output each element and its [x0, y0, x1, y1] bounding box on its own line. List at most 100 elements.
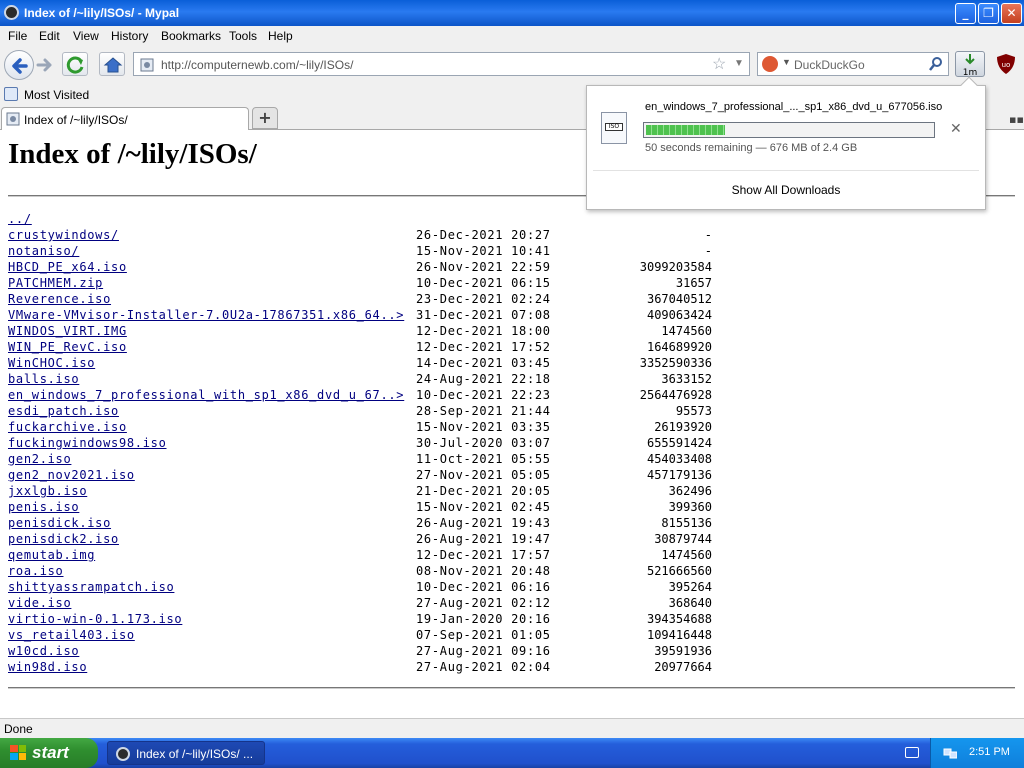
- file-link[interactable]: fuckingwindows98.iso: [8, 436, 167, 450]
- download-filename[interactable]: en_windows_7_professional_..._sp1_x86_dv…: [645, 101, 942, 113]
- file-link[interactable]: fuckarchive.iso: [8, 420, 127, 434]
- menu-file[interactable]: File: [8, 29, 27, 43]
- file-link[interactable]: qemutab.img: [8, 548, 95, 562]
- file-link[interactable]: crustywindows/: [8, 228, 119, 242]
- close-button[interactable]: ✕: [1001, 3, 1022, 24]
- downloads-panel: ISO en_windows_7_professional_..._sp1_x8…: [586, 76, 986, 210]
- tab-groups-icon[interactable]: ▪▪: [1009, 113, 1024, 126]
- file-link[interactable]: en_windows_7_professional_with_sp1_x86_d…: [8, 388, 404, 402]
- menu-view[interactable]: View: [73, 29, 99, 43]
- file-size: 457179136: [646, 468, 712, 482]
- listing-row: Reverence.iso 23-Dec-2021 02:24 367040512: [8, 292, 718, 308]
- file-link[interactable]: balls.iso: [8, 372, 79, 386]
- system-tray: 2:51 PM: [930, 738, 1024, 768]
- url-text[interactable]: http://computernewb.com/~lily/ISOs/: [161, 58, 353, 72]
- search-engine-dropdown-icon[interactable]: ▼: [782, 57, 791, 67]
- file-size: 368640: [668, 596, 712, 610]
- file-link[interactable]: PATCHMEM.zip: [8, 276, 103, 290]
- bookmark-star-icon[interactable]: ☆: [712, 54, 726, 74]
- menu-tools[interactable]: Tools: [229, 29, 257, 43]
- restore-button[interactable]: ❐: [978, 3, 999, 24]
- file-link[interactable]: w10cd.iso: [8, 644, 79, 658]
- file-link[interactable]: vide.iso: [8, 596, 71, 610]
- start-label: start: [32, 743, 69, 762]
- file-link[interactable]: Reverence.iso: [8, 292, 111, 306]
- listing-row: ../: [8, 212, 718, 228]
- new-tab-button[interactable]: +: [252, 107, 278, 129]
- clock[interactable]: 2:51 PM: [969, 746, 1010, 758]
- menu-help[interactable]: Help: [268, 29, 293, 43]
- search-box[interactable]: ▼ DuckDuckGo: [757, 52, 949, 76]
- file-link[interactable]: VMware-VMvisor-Installer-7.0U2a-17867351…: [8, 308, 404, 322]
- search-icon[interactable]: [928, 56, 944, 72]
- ublock-button[interactable]: uo: [993, 52, 1019, 76]
- downloads-button[interactable]: 1m: [955, 51, 985, 78]
- download-arrow-icon: [965, 54, 975, 65]
- file-size: 39591936: [654, 644, 712, 658]
- file-link[interactable]: WINDOS_VIRT.IMG: [8, 324, 127, 338]
- file-size: 1474560: [661, 548, 712, 562]
- network-icon[interactable]: [943, 746, 957, 759]
- duckduckgo-icon: [762, 56, 778, 72]
- tab-index-of-isos[interactable]: Index of /~lily/ISOs/: [1, 107, 249, 130]
- file-link[interactable]: virtio-win-0.1.173.iso: [8, 612, 182, 626]
- menu-history[interactable]: History: [111, 29, 148, 43]
- file-date: 08-Nov-2021 20:48: [416, 564, 551, 578]
- file-link[interactable]: WIN_PE_RevC.iso: [8, 340, 127, 354]
- file-size: 30879744: [654, 532, 712, 546]
- listing-row: vs_retail403.iso 07-Sep-2021 01:05 1094164…: [8, 628, 718, 644]
- listing-row: roa.iso 08-Nov-2021 20:48 521666560: [8, 564, 718, 580]
- file-link[interactable]: HBCD_PE_x64.iso: [8, 260, 127, 274]
- home-button[interactable]: [99, 52, 125, 76]
- file-date: 30-Jul-2020 03:07: [416, 436, 551, 450]
- file-link[interactable]: shittyassrampatch.iso: [8, 580, 174, 594]
- file-size: 655591424: [646, 436, 712, 450]
- file-link[interactable]: roa.iso: [8, 564, 63, 578]
- reload-button[interactable]: [62, 52, 88, 76]
- page-icon: [6, 112, 20, 126]
- listing-row: gen2.iso 11-Oct-2021 05:55 454033408: [8, 452, 718, 468]
- file-size: 26193920: [654, 420, 712, 434]
- forward-button[interactable]: [35, 55, 55, 75]
- file-date: 11-Oct-2021 05:55: [416, 452, 551, 466]
- listing-row: balls.iso 24-Aug-2021 22:18 3633152: [8, 372, 718, 388]
- cancel-download-icon[interactable]: ✕: [950, 121, 962, 137]
- back-button[interactable]: [4, 50, 34, 80]
- file-link[interactable]: penis.iso: [8, 500, 79, 514]
- url-history-dropdown-icon[interactable]: ▼: [734, 58, 744, 69]
- file-link[interactable]: WinCHOC.iso: [8, 356, 95, 370]
- file-link[interactable]: gen2_nov2021.iso: [8, 468, 135, 482]
- file-link[interactable]: gen2.iso: [8, 452, 71, 466]
- file-link[interactable]: jxxlgb.iso: [8, 484, 87, 498]
- file-date: 14-Dec-2021 03:45: [416, 356, 551, 370]
- file-size: 521666560: [646, 564, 712, 578]
- file-link[interactable]: penisdick2.iso: [8, 532, 119, 546]
- file-link[interactable]: notaniso/: [8, 244, 79, 258]
- menu-edit[interactable]: Edit: [39, 29, 60, 43]
- title-bar[interactable]: Index of /~lily/ISOs/ - Mypal _ ❐ ✕: [0, 0, 1024, 26]
- start-button[interactable]: start: [0, 738, 98, 768]
- file-size: 31657: [675, 276, 712, 290]
- listing-row: win98d.iso 27-Aug-2021 02:04 20977664: [8, 660, 718, 676]
- show-all-downloads-button[interactable]: Show All Downloads: [587, 183, 985, 197]
- file-link[interactable]: esdi_patch.iso: [8, 404, 119, 418]
- most-visited-bookmark[interactable]: Most Visited: [24, 88, 89, 102]
- keyboard-icon[interactable]: [905, 747, 919, 758]
- file-date: 23-Dec-2021 02:24: [416, 292, 551, 306]
- file-link[interactable]: win98d.iso: [8, 660, 87, 674]
- site-identity-icon[interactable]: [139, 57, 155, 73]
- search-placeholder[interactable]: DuckDuckGo: [794, 58, 865, 72]
- listing-row: gen2_nov2021.iso 27-Nov-2021 05:05 4571791…: [8, 468, 718, 484]
- taskbar-item-browser[interactable]: Index of /~lily/ISOs/ ...: [107, 741, 265, 765]
- file-link[interactable]: ../: [8, 212, 32, 226]
- menu-bookmarks[interactable]: Bookmarks: [161, 29, 221, 43]
- page-content: Index of /~lily/ISOs/ ../ crustywindows/2…: [0, 130, 1024, 718]
- file-date: 10-Dec-2021 22:23: [416, 388, 551, 402]
- file-link[interactable]: penisdick.iso: [8, 516, 111, 530]
- listing-row: shittyassrampatch.iso 10-Dec-2021 06:16 39…: [8, 580, 718, 596]
- page-title: Index of /~lily/ISOs/: [8, 138, 257, 170]
- url-bar[interactable]: http://computernewb.com/~lily/ISOs/ ☆ ▼: [133, 52, 750, 76]
- file-link[interactable]: vs_retail403.iso: [8, 628, 135, 642]
- home-icon: [103, 57, 123, 73]
- minimize-button[interactable]: _: [955, 3, 976, 24]
